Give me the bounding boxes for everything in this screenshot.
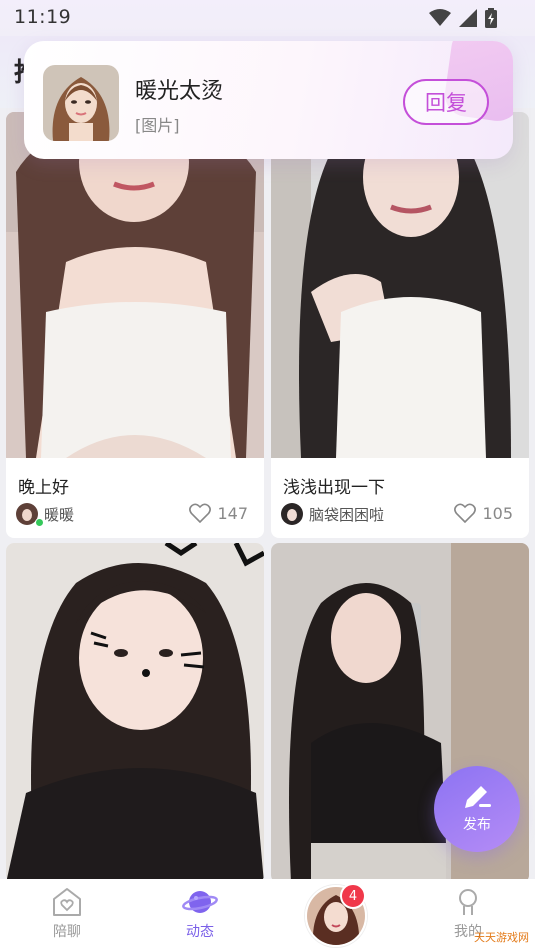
tab-chat[interactable]: 陪聊	[27, 887, 107, 941]
post-author[interactable]: 暖暖	[16, 503, 75, 527]
heart-outline-icon	[189, 503, 212, 523]
online-indicator	[35, 518, 44, 527]
heart-outline-icon	[454, 503, 477, 523]
post-card[interactable]	[6, 543, 264, 883]
status-bar: 11:19	[0, 0, 535, 36]
message-notification[interactable]: 暖光太烫 [图片] 回复	[24, 41, 513, 159]
signal-icon	[459, 9, 477, 27]
like-button[interactable]: 147	[189, 503, 248, 523]
battery-icon	[485, 8, 497, 28]
post-author[interactable]: 脑袋困困啦	[281, 503, 384, 525]
sender-name: 暖光太烫	[135, 79, 224, 104]
author-name: 暖暖	[44, 505, 75, 524]
post-image[interactable]	[6, 543, 264, 883]
bottom-tab-bar: 陪聊 动态 4 我的 天天游戏网	[0, 879, 535, 951]
post-image[interactable]	[6, 112, 264, 458]
tab-label: 陪聊	[53, 924, 81, 940]
publish-button[interactable]: 发布	[434, 766, 520, 852]
status-icons	[429, 8, 497, 28]
watermark: 天天游戏网	[474, 931, 529, 944]
profile-icon	[459, 889, 477, 915]
like-button[interactable]: 105	[454, 503, 513, 523]
message-badge: 4	[340, 883, 366, 909]
sender-avatar	[43, 65, 119, 141]
message-preview: [图片]	[135, 116, 180, 135]
wifi-icon	[429, 9, 451, 26]
post-card[interactable]: 浅浅出现一下 脑袋困困啦 105	[271, 112, 529, 538]
publish-label: 发布	[463, 817, 491, 833]
tab-label: 动态	[186, 924, 214, 940]
tab-moments[interactable]: 动态	[160, 887, 240, 941]
status-time: 11:19	[14, 6, 72, 28]
like-count: 105	[482, 503, 513, 523]
like-count: 147	[217, 503, 248, 523]
author-name: 脑袋困困啦	[309, 505, 385, 524]
post-title: 浅浅出现一下	[283, 478, 385, 498]
author-avatar	[281, 503, 303, 525]
reply-button[interactable]: 回复	[403, 79, 489, 125]
post-card[interactable]: 晚上好 暖暖 147	[6, 112, 264, 538]
planet-icon	[182, 891, 218, 913]
heart-house-icon	[53, 888, 81, 916]
pen-icon	[465, 786, 491, 808]
post-image[interactable]	[271, 112, 529, 458]
post-title: 晚上好	[18, 478, 69, 498]
